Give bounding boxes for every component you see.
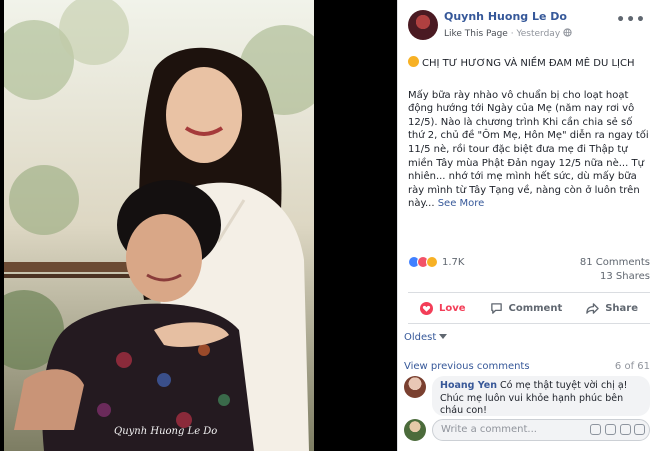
globe-icon xyxy=(563,28,572,39)
see-more-link[interactable]: See More xyxy=(438,198,485,209)
heart-icon xyxy=(419,301,433,315)
photo-image xyxy=(4,0,314,451)
post-sidebar: Quynh Huong Le Do Like This Page · Yeste… xyxy=(397,0,660,451)
love-label: Love xyxy=(438,302,466,314)
comment-author-link[interactable]: Hoang Yen xyxy=(440,380,497,391)
post-title-line: CHỊ TƯ HƯƠNG VÀ NIỀM ĐAM MÊ DU LỊCH xyxy=(408,56,650,71)
photo-signature: Quynh Huong Le Do xyxy=(114,426,218,437)
post-header: Quynh Huong Le Do Like This Page · Yeste… xyxy=(398,0,660,46)
page-avatar[interactable] xyxy=(408,10,438,40)
write-comment-placeholder: Write a comment... xyxy=(441,424,537,435)
comment-progress: 6 of 61 xyxy=(614,361,650,372)
emoji-picker-icon[interactable] xyxy=(590,424,601,435)
view-previous-row: View previous comments 6 of 61 xyxy=(404,361,650,372)
emoji-icon xyxy=(408,56,419,67)
current-user-avatar xyxy=(404,419,426,441)
write-comment-input[interactable]: Write a comment... xyxy=(432,419,650,441)
comment-icon xyxy=(490,302,503,315)
haha-reaction-icon xyxy=(426,256,438,268)
post-photo[interactable]: Quynh Huong Le Do xyxy=(4,0,314,451)
comment-count-link[interactable]: 81 Comments xyxy=(580,256,650,270)
chevron-down-icon xyxy=(439,332,448,343)
comment-button[interactable]: Comment xyxy=(490,302,563,315)
share-count-link[interactable]: 13 Shares xyxy=(580,270,650,284)
reactions-summary[interactable]: 1.7K xyxy=(408,256,464,268)
post-body: Mấy bữa rày nhào vô chuẩn bị cho loạt ho… xyxy=(408,89,649,210)
post-stats: 1.7K 81 Comments 13 Shares xyxy=(408,256,650,286)
post-text: CHỊ TƯ HƯƠNG VÀ NIỀM ĐAM MÊ DU LỊCH Mấy … xyxy=(398,56,660,211)
share-icon xyxy=(586,302,599,315)
more-options-icon[interactable]: ••• xyxy=(616,12,646,28)
post-actions: Love Comment Share xyxy=(408,292,650,324)
comment-sort-dropdown[interactable]: Oldest xyxy=(404,332,448,343)
post-title: CHỊ TƯ HƯƠNG VÀ NIỀM ĐAM MÊ DU LỊCH xyxy=(422,58,635,69)
love-button[interactable]: Love xyxy=(419,301,466,315)
comment-bubble: Hoang Yen Có mẹ thật tuyệt vời chị ạ! Ch… xyxy=(432,376,650,416)
post-meta: Like This Page · Yesterday xyxy=(444,27,650,41)
camera-icon[interactable] xyxy=(605,424,616,435)
photo-viewer: Quynh Huong Le Do Quynh Huong Le Do Like… xyxy=(0,0,660,451)
gif-icon[interactable] xyxy=(620,424,631,435)
share-button[interactable]: Share xyxy=(586,302,638,315)
reaction-count: 1.7K xyxy=(442,256,465,268)
write-comment-row: Write a comment... xyxy=(404,418,650,442)
view-previous-comments-link[interactable]: View previous comments xyxy=(404,361,530,372)
commenter-avatar[interactable] xyxy=(404,376,426,398)
comment-label: Comment xyxy=(508,302,563,314)
share-label: Share xyxy=(605,302,638,314)
like-page-link[interactable]: Like This Page xyxy=(444,29,508,39)
comment-sort-label: Oldest xyxy=(404,332,437,343)
engagement-counts: 81 Comments 13 Shares xyxy=(580,256,650,284)
post-time[interactable]: Yesterday xyxy=(516,29,560,39)
post-body-block: Mấy bữa rày nhào vô chuẩn bị cho loạt ho… xyxy=(408,89,650,211)
sticker-icon[interactable] xyxy=(634,424,645,435)
